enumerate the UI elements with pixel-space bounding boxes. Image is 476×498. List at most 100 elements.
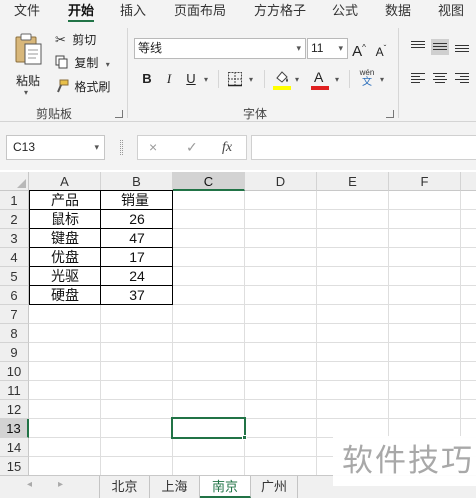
formula-bar-grip-icon[interactable] [120,140,123,155]
fill-handle[interactable] [242,435,247,440]
sheet-tab-guangzhou[interactable]: 广州 [251,476,298,498]
font-color-dropdown-icon[interactable]: ▾ [335,75,339,84]
column-header-next[interactable] [461,172,476,191]
row-header[interactable]: 5 [0,267,29,286]
underline-dropdown-icon[interactable]: ▾ [204,75,208,84]
tab-page-layout[interactable]: 页面布局 [174,2,226,20]
align-center-icon[interactable] [431,71,449,87]
copy-button[interactable]: 复制 ▾ [55,53,110,73]
cell-a2[interactable]: 鼠标 [51,210,79,229]
font-name-dropdown-icon[interactable]: ▾ [296,39,301,58]
shrink-font-button[interactable]: Aˇ [372,39,390,59]
cell-b3[interactable]: 47 [101,229,173,248]
bold-button[interactable]: B [138,69,156,89]
gridline [316,191,317,475]
fill-color-button[interactable] [272,69,292,91]
sheet-tab-shanghai[interactable]: 上海 [150,476,200,498]
paste-button[interactable]: 粘贴 ▾ [10,30,48,97]
font-group-label: 字体 [243,107,268,121]
gridline [388,191,389,475]
row-header[interactable]: 14 [0,438,29,457]
cell-b1[interactable]: 销量 [121,191,149,210]
align-middle-icon[interactable] [431,39,449,55]
tab-file[interactable]: 文件 [14,2,40,20]
format-painter-button[interactable]: 格式刷 [55,77,110,97]
cell-b6[interactable]: 37 [101,286,173,305]
row-header[interactable]: 4 [0,248,29,267]
align-top-icon[interactable] [409,39,427,55]
cell-b4[interactable]: 17 [101,248,173,267]
name-box[interactable]: C13 ▾ [6,135,105,160]
font-separator [264,70,265,88]
prev-sheet-icon[interactable]: ◂ [27,479,32,490]
formula-input[interactable] [251,135,476,160]
enter-icon[interactable]: ✓ [186,136,198,159]
paste-dropdown-icon[interactable]: ▾ [24,88,28,97]
fill-color-dropdown-icon[interactable]: ▾ [295,75,299,84]
row-header[interactable]: 15 [0,457,29,475]
cell-a1[interactable]: 产品 [51,191,79,210]
sheet-tab-nanjing[interactable]: 南京 [200,476,251,498]
cell-a6[interactable]: 硬盘 [51,286,79,305]
font-size-dropdown-icon[interactable]: ▾ [338,39,343,58]
next-sheet-icon[interactable]: ▸ [58,479,63,490]
borders-button[interactable] [227,71,243,87]
font-size-combo[interactable]: 11 ▾ [307,38,348,59]
cell-b2[interactable]: 26 [101,210,173,229]
fill-bucket-icon [276,71,288,83]
cancel-icon[interactable]: × [149,136,157,159]
font-color-button[interactable]: A [311,69,329,91]
font-name-combo[interactable]: 等线 ▾ [134,38,306,59]
worksheet-grid[interactable]: A B C D E F 1 2 3 4 5 6 7 8 9 10 11 12 1… [0,172,476,475]
tab-insert[interactable]: 插入 [120,2,146,20]
sheet-tab-beijing[interactable]: 北京 [100,476,150,498]
row-header-active[interactable]: 13 [0,419,29,438]
column-header-b[interactable]: B [101,172,173,191]
row-header[interactable]: 2 [0,210,29,229]
cell-a3[interactable]: 键盘 [51,229,79,248]
column-header-d[interactable]: D [245,172,317,191]
align-bottom-icon[interactable] [453,39,471,55]
phonetic-guide-button[interactable]: wén 文 [356,68,378,90]
row-header[interactable]: 3 [0,229,29,248]
tab-view[interactable]: 视图 [438,2,464,20]
copy-dropdown-icon[interactable]: ▾ [106,60,110,69]
row-header[interactable]: 9 [0,343,29,362]
borders-dropdown-icon[interactable]: ▾ [249,75,253,84]
row-header[interactable]: 6 [0,286,29,305]
row-header[interactable]: 11 [0,381,29,400]
align-right-icon[interactable] [453,71,471,87]
phonetic-dropdown-icon[interactable]: ▾ [380,75,384,84]
tab-home[interactable]: 开始 [68,2,95,23]
align-left-icon[interactable] [409,71,427,87]
row-header[interactable]: 7 [0,305,29,324]
column-header-e[interactable]: E [317,172,389,191]
italic-button[interactable]: I [160,69,178,89]
name-box-dropdown-icon[interactable]: ▾ [94,136,99,159]
gridline [460,191,461,475]
cell-b5[interactable]: 24 [101,267,173,286]
tab-fangfang-gezi[interactable]: 方方格子 [254,2,306,20]
select-all-button[interactable] [0,172,29,191]
column-header-a[interactable]: A [29,172,101,191]
insert-function-icon[interactable]: fx [222,136,232,159]
row-header[interactable]: 12 [0,400,29,419]
row-header[interactable]: 1 [0,191,29,210]
row-header[interactable]: 8 [0,324,29,343]
font-launcher-icon[interactable] [386,110,394,118]
tab-data[interactable]: 数据 [385,2,411,20]
row-header[interactable]: 10 [0,362,29,381]
tab-formulas[interactable]: 公式 [332,2,358,20]
gridline [29,399,476,400]
grow-font-button[interactable]: A^ [350,38,368,60]
clipboard-launcher-icon[interactable] [115,110,123,118]
clipboard-group-label: 剪贴板 [36,107,73,121]
column-header-f[interactable]: F [389,172,461,191]
cell-a5[interactable]: 光驱 [51,267,79,286]
gridline [29,342,476,343]
column-header-c[interactable]: C [173,172,245,191]
selected-cell-c13[interactable] [171,417,246,439]
cell-a4[interactable]: 优盘 [51,248,79,267]
underline-button[interactable]: U [182,69,200,89]
cut-button[interactable]: ✂ 剪切 [55,30,96,50]
